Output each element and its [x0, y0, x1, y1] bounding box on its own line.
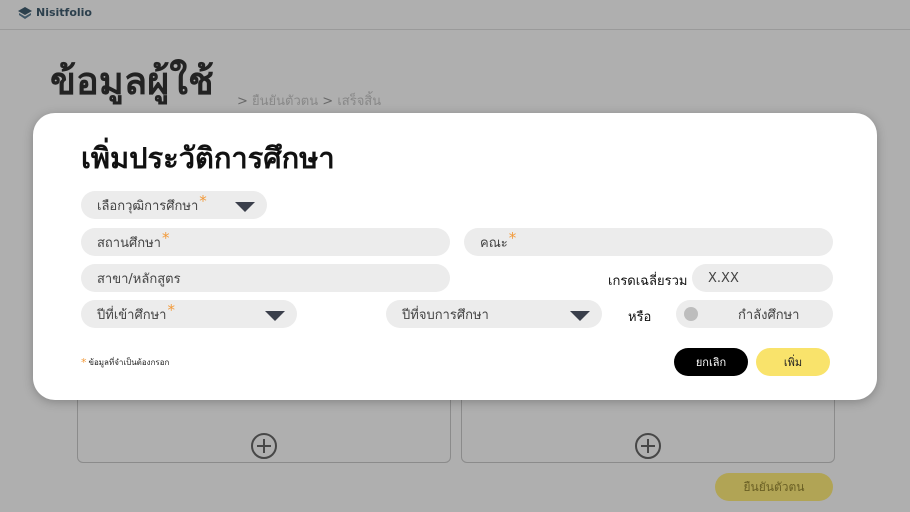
- currently-studying-label: กำลังศึกษา: [738, 307, 800, 323]
- start-year-select[interactable]: ปีที่เข้าศึกษา *: [81, 300, 297, 328]
- toggle-knob[interactable]: [684, 307, 698, 321]
- add-button[interactable]: เพิ่ม: [756, 348, 830, 376]
- end-year-select[interactable]: ปีที่จบการศึกษา: [386, 300, 602, 328]
- required-mark: *: [161, 229, 170, 247]
- required-mark: *: [167, 301, 175, 319]
- institution-field[interactable]: สถานศึกษา *: [81, 228, 450, 256]
- chevron-down-icon: [265, 311, 285, 321]
- degree-select-label: เลือกวุฒิการศึกษา: [97, 198, 199, 214]
- faculty-placeholder: คณะ: [480, 235, 508, 251]
- faculty-field[interactable]: คณะ *: [464, 228, 833, 256]
- required-mark: *: [199, 192, 207, 210]
- major-field[interactable]: สาขา/หลักสูตร: [81, 264, 450, 292]
- chevron-down-icon: [570, 311, 590, 321]
- required-mark: *: [81, 356, 87, 369]
- required-note-text: ข้อมูลที่จำเป็นต้องกรอก: [88, 358, 170, 367]
- add-education-modal: เพิ่มประวัติการศึกษา เลือกวุฒิการศึกษา *…: [33, 113, 877, 400]
- end-year-label: ปีที่จบการศึกษา: [402, 307, 489, 323]
- gpa-placeholder: X.XX: [708, 270, 739, 286]
- cancel-button[interactable]: ยกเลิก: [674, 348, 748, 376]
- gpa-label: เกรดเฉลี่ยรวม: [608, 274, 688, 289]
- or-label: หรือ: [628, 310, 652, 325]
- chevron-down-icon: [235, 202, 255, 212]
- currently-studying-toggle[interactable]: กำลังศึกษา: [676, 300, 833, 328]
- modal-title: เพิ่มประวัติการศึกษา: [81, 141, 335, 175]
- major-placeholder: สาขา/หลักสูตร: [97, 271, 181, 287]
- degree-select[interactable]: เลือกวุฒิการศึกษา *: [81, 191, 267, 219]
- required-mark: *: [508, 229, 517, 247]
- required-note: * ข้อมูลที่จำเป็นต้องกรอก: [81, 356, 169, 369]
- gpa-field[interactable]: X.XX: [692, 264, 833, 292]
- institution-placeholder: สถานศึกษา: [97, 235, 161, 251]
- start-year-label: ปีที่เข้าศึกษา: [97, 307, 167, 323]
